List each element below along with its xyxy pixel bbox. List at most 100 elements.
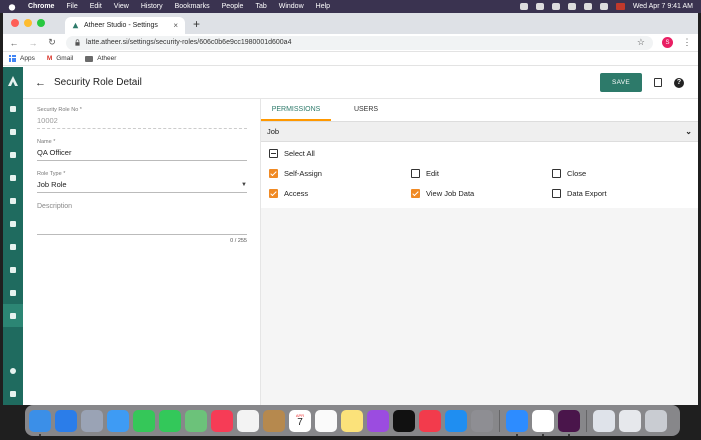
atheer-logo-icon[interactable]: [7, 75, 19, 87]
downloads-stack-icon[interactable]: [619, 409, 641, 432]
maps-icon[interactable]: [185, 409, 207, 432]
select-all-checkbox[interactable]: Select All: [269, 149, 315, 158]
bookmark-apps[interactable]: Apps: [9, 55, 35, 62]
launchpad-icon[interactable]: [81, 409, 103, 432]
perm-close[interactable]: Close: [552, 169, 586, 178]
profile-avatar[interactable]: S: [662, 37, 673, 48]
language-flag-icon[interactable]: [615, 3, 625, 10]
apple-icon[interactable]: [8, 3, 16, 11]
logout-icon[interactable]: [3, 382, 23, 405]
dropdown-caret-icon[interactable]: ▼: [241, 182, 247, 188]
perm-access[interactable]: Access: [269, 189, 308, 198]
tab-close-icon[interactable]: ×: [173, 21, 178, 30]
chrome-icon[interactable]: [532, 409, 554, 436]
fullscreen-window-button[interactable]: [37, 19, 45, 27]
contacts-icon[interactable]: [263, 409, 285, 432]
system-preferences-icon[interactable]: [471, 409, 493, 432]
save-button[interactable]: SAVE: [600, 73, 642, 92]
trash-icon[interactable]: [645, 409, 667, 432]
menu-tab[interactable]: Tab: [255, 3, 266, 10]
workflow-icon[interactable]: [3, 212, 23, 235]
bookmark-gmail[interactable]: M Gmail: [47, 55, 73, 62]
hierarchy-icon[interactable]: [3, 235, 23, 258]
name-field[interactable]: QA Officer: [37, 148, 247, 161]
podcasts-icon[interactable]: [367, 409, 389, 432]
app-store-icon[interactable]: [445, 409, 467, 432]
description-field[interactable]: Description: [37, 203, 247, 210]
browser-tab-active[interactable]: Atheer Studio - Settings ×: [65, 17, 185, 34]
wifi-icon[interactable]: [567, 3, 576, 10]
indeterminate-checkbox-icon[interactable]: [269, 149, 278, 158]
bookmark-star-icon[interactable]: ☆: [637, 37, 645, 48]
screen-record-icon[interactable]: [519, 3, 528, 10]
menu-window[interactable]: Window: [279, 3, 304, 10]
zoom-icon[interactable]: [506, 409, 528, 436]
chat-icon[interactable]: [3, 97, 23, 120]
menu-view[interactable]: View: [114, 3, 129, 10]
music-icon[interactable]: [211, 409, 233, 432]
play-icon[interactable]: [535, 3, 544, 10]
help-circle-icon[interactable]: ?: [674, 77, 684, 88]
slack-icon[interactable]: [558, 409, 580, 436]
mail-icon[interactable]: [107, 409, 129, 432]
message-icon[interactable]: [3, 120, 23, 143]
preview-icon[interactable]: [593, 409, 615, 432]
back-arrow-icon[interactable]: ←: [35, 77, 46, 89]
menu-history[interactable]: History: [141, 3, 163, 10]
perm-view-job-data[interactable]: View Job Data: [411, 189, 474, 198]
apple-tv-icon[interactable]: [393, 409, 415, 432]
role-type-select[interactable]: Job Role ▼: [37, 180, 247, 193]
safari-icon[interactable]: [55, 409, 77, 432]
job-section-header[interactable]: Job ⌄: [261, 122, 698, 142]
checkbox-icon[interactable]: [552, 169, 561, 178]
tab-users[interactable]: USERS: [331, 99, 401, 121]
menu-people[interactable]: People: [222, 3, 244, 10]
bookmark-atheer[interactable]: Atheer: [85, 55, 116, 62]
menu-help[interactable]: Help: [316, 3, 330, 10]
checkbox-icon[interactable]: [269, 189, 278, 198]
perm-edit[interactable]: Edit: [411, 169, 439, 178]
report-icon[interactable]: [3, 281, 23, 304]
menu-file[interactable]: File: [66, 3, 77, 10]
calendar-icon[interactable]: APR 7: [289, 409, 311, 432]
photos-icon[interactable]: [237, 409, 259, 432]
menu-edit[interactable]: Edit: [90, 3, 102, 10]
tab-permissions[interactable]: PERMISSIONS: [261, 99, 331, 121]
url-text[interactable]: latte.atheer.si/settings/security-roles/…: [86, 39, 291, 46]
facetime-icon[interactable]: [133, 409, 155, 432]
forward-nav-icon[interactable]: →: [28, 38, 38, 48]
more-menu-icon[interactable]: ⋮: [682, 37, 692, 48]
box-icon[interactable]: [3, 166, 23, 189]
settings-gear-icon[interactable]: [3, 304, 23, 327]
news-icon[interactable]: [419, 409, 441, 432]
id-card-icon[interactable]: [3, 258, 23, 281]
checkbox-icon[interactable]: [269, 169, 278, 178]
reminders-icon[interactable]: [315, 409, 337, 432]
messages-icon[interactable]: [159, 409, 181, 432]
list-icon[interactable]: [3, 189, 23, 212]
clipboard-icon[interactable]: [3, 143, 23, 166]
close-window-button[interactable]: [11, 19, 19, 27]
checkbox-icon[interactable]: [552, 189, 561, 198]
control-center-icon[interactable]: [599, 3, 608, 10]
checkbox-icon[interactable]: [411, 189, 420, 198]
copy-icon[interactable]: [654, 78, 662, 87]
minimize-window-button[interactable]: [24, 19, 32, 27]
finder-icon[interactable]: [29, 409, 51, 436]
chevron-down-icon[interactable]: ⌄: [685, 127, 692, 136]
checkbox-icon[interactable]: [411, 169, 420, 178]
address-bar[interactable]: latte.atheer.si/settings/security-roles/…: [66, 35, 653, 50]
perm-data-export[interactable]: Data Export: [552, 189, 607, 198]
battery-icon[interactable]: [551, 3, 560, 10]
lock-icon[interactable]: [74, 39, 81, 46]
spotlight-search-icon[interactable]: [583, 3, 592, 10]
reload-icon[interactable]: ↻: [47, 37, 57, 48]
help-icon[interactable]: [3, 359, 23, 382]
menubar-clock[interactable]: Wed Apr 7 9:41 AM: [633, 3, 693, 10]
menu-bookmarks[interactable]: Bookmarks: [175, 3, 210, 10]
perm-self-assign[interactable]: Self-Assign: [269, 169, 322, 178]
new-tab-button[interactable]: +: [193, 17, 200, 31]
back-nav-icon[interactable]: ←: [9, 38, 19, 48]
menu-app-name[interactable]: Chrome: [28, 3, 54, 10]
notes-icon[interactable]: [341, 409, 363, 432]
